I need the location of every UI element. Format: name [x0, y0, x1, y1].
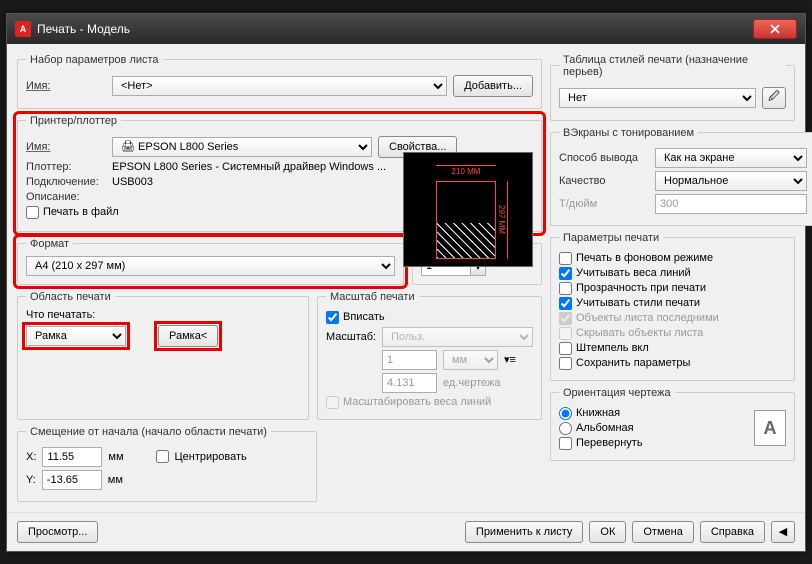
plot-style-edit-button[interactable]: 🖉 [762, 87, 786, 109]
plotstyles-checkbox[interactable] [559, 297, 572, 310]
scale-label: Масштаб: [326, 331, 376, 343]
offset-x-unit: мм [108, 451, 123, 463]
close-icon [770, 24, 780, 34]
fit-to-paper-checkbox[interactable] [326, 311, 339, 324]
offset-y-unit: мм [108, 474, 123, 486]
plot-style-legend: Таблица стилей печати (назначение перьев… [559, 54, 786, 78]
equals-icon: ▾≡ [504, 353, 516, 366]
printer-name-select[interactable]: 🖨 EPSON L800 Series [112, 137, 372, 157]
hide-paperspace-checkbox [559, 327, 572, 340]
lineweights-checkbox[interactable] [559, 267, 572, 280]
background-checkbox[interactable] [559, 252, 572, 265]
drawing-unit-label: ед.чертежа [443, 377, 500, 389]
plot-area-group: Область печати Что печатать: Рамка Рамка… [17, 291, 309, 420]
page-name-label: Имя: [26, 80, 106, 92]
scale-select: Польз. [382, 327, 533, 347]
portrait-radio[interactable] [559, 407, 572, 420]
window-title: Печать - Модель [37, 22, 753, 36]
printer-group: Принтер/плоттер Имя: 🖨 EPSON L800 Series… [17, 115, 542, 232]
close-button[interactable] [753, 19, 797, 39]
scale-lineweights-label: Масштабировать веса линий [343, 396, 491, 408]
scale-units-input [382, 350, 437, 370]
app-icon: A [15, 21, 31, 37]
collapse-button[interactable]: ◀ [771, 521, 795, 543]
plot-area-legend: Область печати [26, 291, 115, 303]
center-checkbox[interactable] [156, 450, 169, 463]
plot-options-group: Параметры печати Печать в фоновом режиме… [550, 232, 795, 381]
landscape-radio[interactable] [559, 422, 572, 435]
stamp-checkbox[interactable] [559, 342, 572, 355]
offset-legend: Смещение от начала (начало области печат… [26, 426, 271, 438]
footer: Просмотр... Применить к листу ОК Отмена … [7, 512, 805, 551]
cancel-button[interactable]: Отмена [632, 521, 693, 543]
what-to-plot-label: Что печатать: [26, 309, 300, 321]
ok-button[interactable]: ОК [589, 521, 626, 543]
offset-y-label: Y: [26, 474, 36, 486]
plotter-label: Плоттер: [26, 161, 106, 173]
scale-drawing-input [382, 373, 437, 393]
offset-y-input[interactable] [42, 470, 102, 490]
plot-scale-legend: Масштаб печати [326, 291, 419, 303]
plot-style-group: Таблица стилей печати (назначение перьев… [550, 54, 795, 121]
print-dialog: A Печать - Модель Набор параметров листа… [6, 13, 806, 552]
window-button[interactable]: Рамка< [158, 325, 218, 347]
shade-output-label: Способ вывода [559, 152, 649, 164]
description-label: Описание: [26, 191, 106, 203]
offset-group: Смещение от начала (начало области печат… [17, 426, 317, 502]
save-changes-checkbox[interactable] [559, 357, 572, 370]
printer-legend: Принтер/плоттер [26, 115, 121, 127]
scale-lineweights-checkbox [326, 396, 339, 409]
paper-legend: Формат [26, 238, 73, 250]
titlebar: A Печать - Модель [7, 14, 805, 44]
quality-select[interactable]: Нормальное [655, 171, 807, 191]
shaded-legend: ВЭкраны с тонированием [559, 127, 698, 139]
center-label: Центрировать [175, 451, 247, 463]
apply-button[interactable]: Применить к листу [465, 521, 584, 543]
help-button[interactable]: Справка [700, 521, 765, 543]
orientation-legend: Ориентация чертежа [559, 387, 675, 399]
plot-style-select[interactable]: Нет [559, 88, 756, 108]
preview-width-dim: 210 MM [436, 165, 496, 176]
page-setup-legend: Набор параметров листа [26, 54, 163, 66]
offset-x-label: X: [26, 451, 36, 463]
page-setup-group: Набор параметров листа Имя: <Нет> Добави… [17, 54, 542, 109]
chevron-left-icon: ◀ [779, 525, 787, 538]
plotter-value: EPSON L800 Series - Системный драйвер Wi… [112, 161, 386, 173]
fit-label: Вписать [343, 311, 385, 323]
add-button[interactable]: Добавить... [453, 75, 533, 97]
print-to-file-checkbox[interactable] [26, 206, 39, 219]
upside-down-checkbox[interactable] [559, 437, 572, 450]
plot-scale-group: Масштаб печати Вписать Масштаб: Польз. мм… [317, 291, 542, 420]
connection-label: Подключение: [26, 176, 106, 188]
page-name-select[interactable]: <Нет> [112, 76, 447, 96]
orientation-icon: A [754, 410, 786, 446]
plot-area-select[interactable]: Рамка [26, 326, 126, 346]
paper-preview: 210 MM 297 MM [403, 152, 533, 267]
print-to-file-label: Печать в файл [43, 206, 119, 218]
scale-unit-select: мм [443, 350, 498, 370]
shaded-viewport-group: ВЭкраны с тонированием Способ вывода Как … [550, 127, 812, 226]
copies-down[interactable]: ▼ [471, 266, 485, 275]
quality-label: Качество [559, 175, 649, 187]
transparency-checkbox[interactable] [559, 282, 572, 295]
preview-height-dim: 297 MM [497, 181, 508, 259]
paper-size-group: Формат A4 (210 x 297 мм) [17, 238, 404, 285]
printer-name-label: Имя: [26, 141, 106, 153]
paperspace-checkbox [559, 312, 572, 325]
orientation-group: Ориентация чертежа Книжная Альбомная Пер… [550, 387, 795, 461]
preview-button[interactable]: Просмотр... [17, 521, 98, 543]
dpi-input [655, 194, 807, 214]
shade-output-select[interactable]: Как на экране [655, 148, 807, 168]
paper-size-select[interactable]: A4 (210 x 297 мм) [26, 256, 395, 276]
offset-x-input[interactable] [42, 447, 102, 467]
plot-options-legend: Параметры печати [559, 232, 663, 244]
connection-value: USB003 [112, 176, 153, 188]
dpi-label: Т/дюйм [559, 198, 649, 210]
pencil-icon: 🖉 [768, 88, 780, 107]
